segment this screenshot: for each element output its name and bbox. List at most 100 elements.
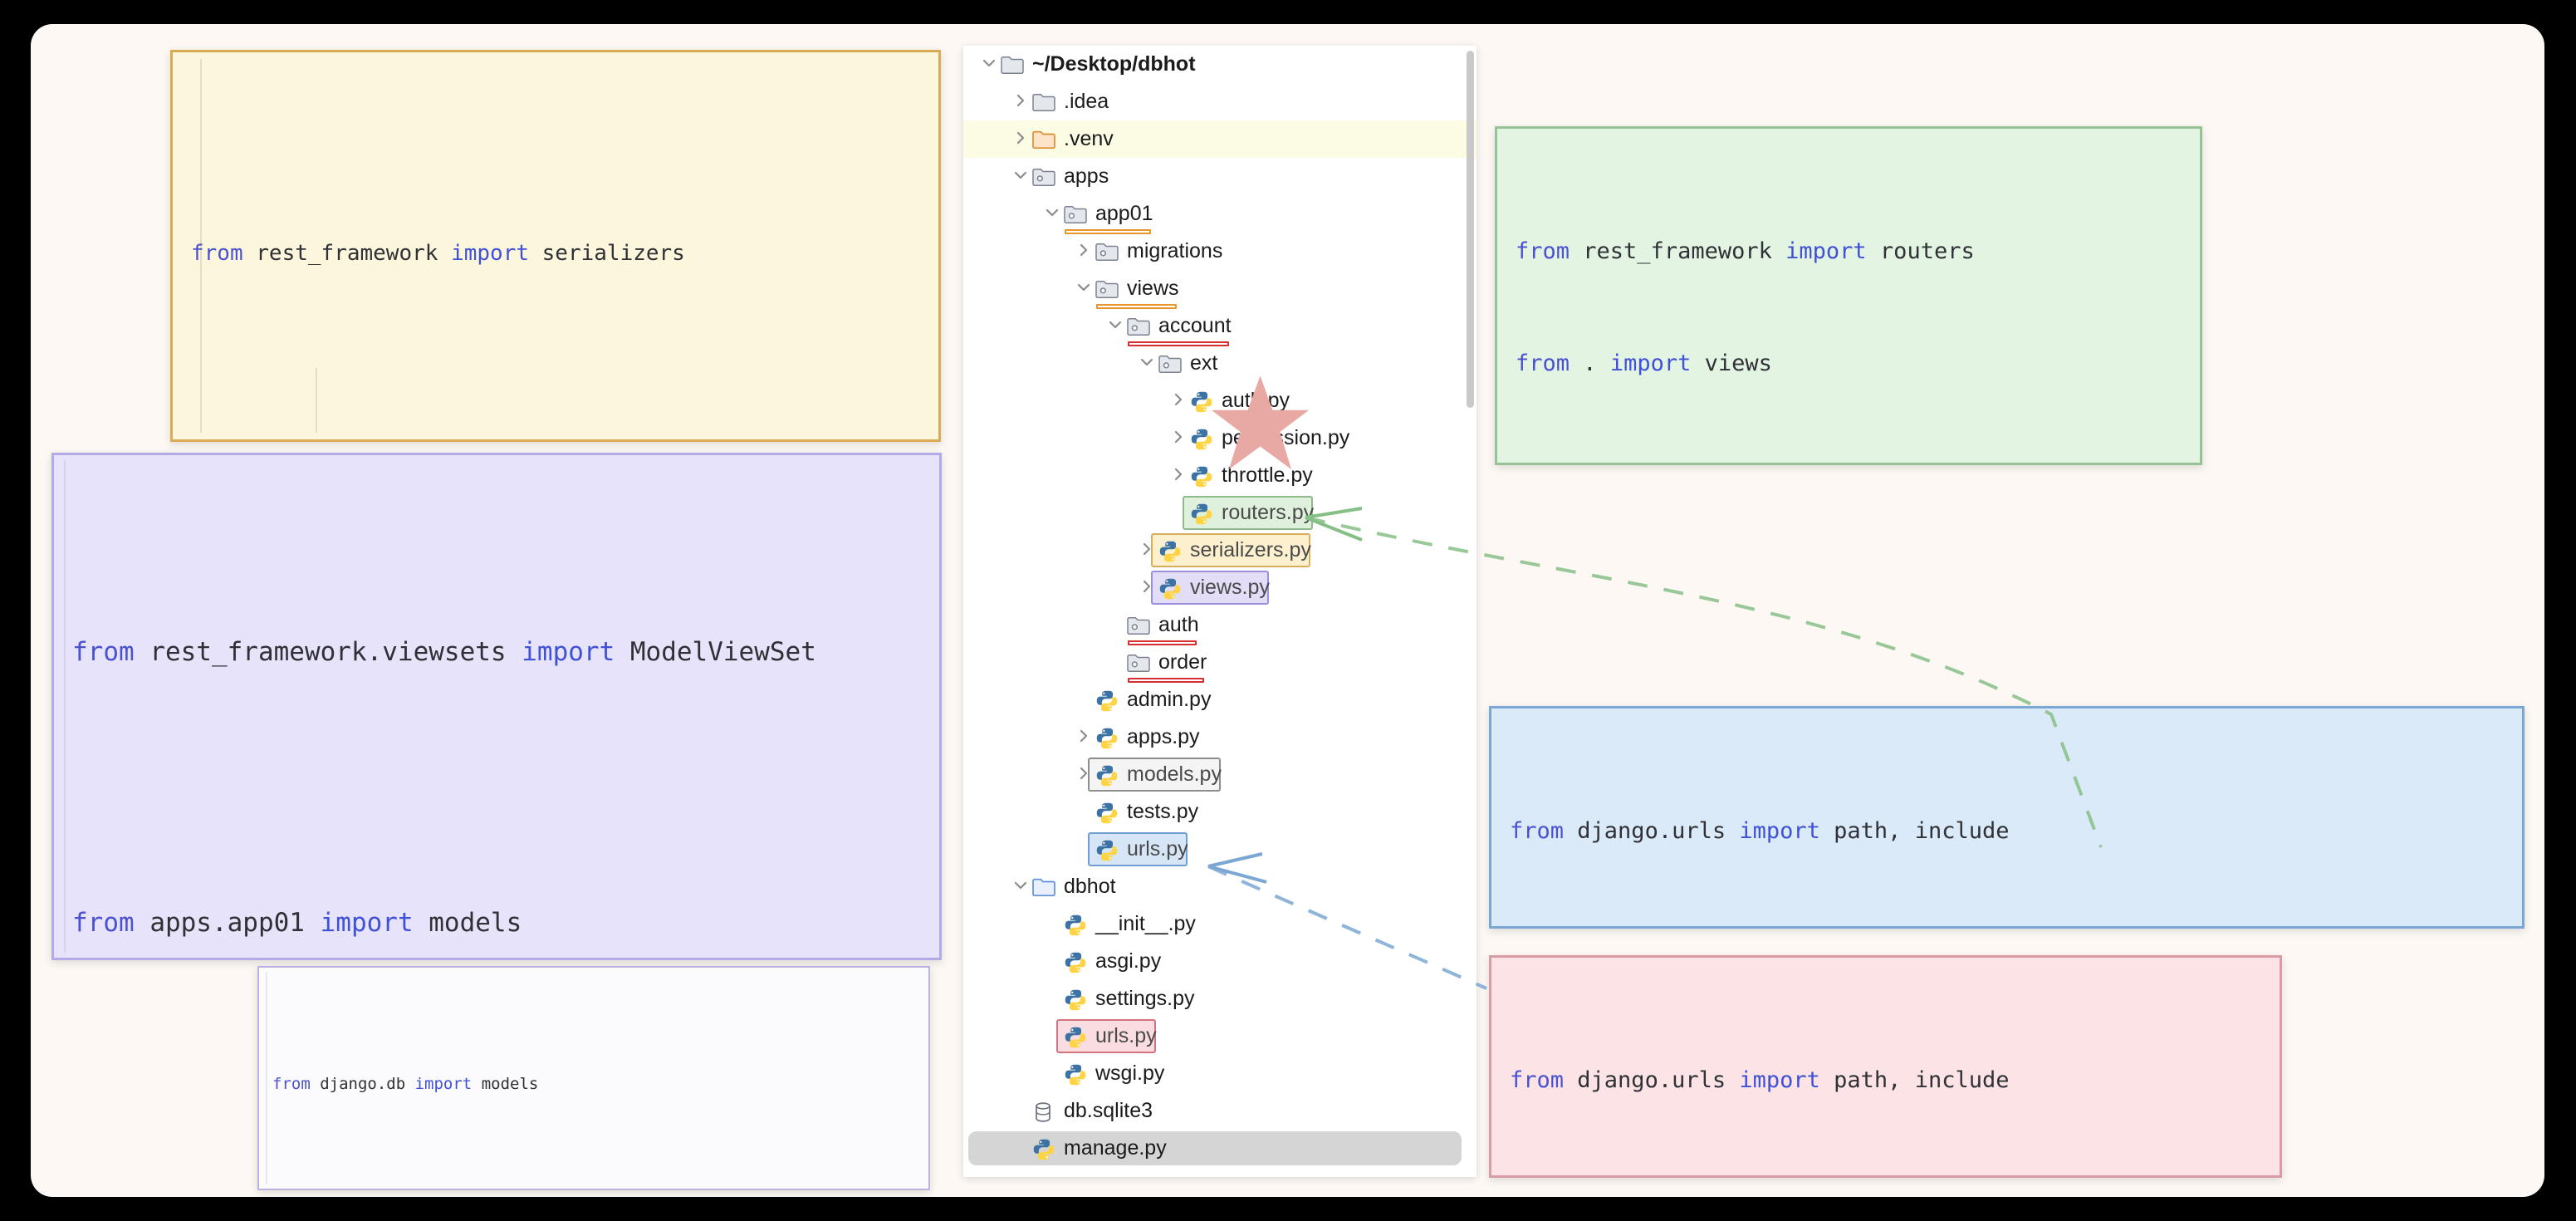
tree-item-views-py[interactable]: views.py (963, 569, 1477, 606)
tree-item-label: urls.py (1095, 1024, 1157, 1048)
chevron-right-icon[interactable] (1168, 390, 1189, 412)
tree-item-serializers-py[interactable]: serializers.py (963, 532, 1477, 569)
tree-item-auth[interactable]: auth (963, 606, 1477, 644)
tree-item-label: apps.py (1127, 725, 1200, 749)
chevron-down-icon[interactable] (1073, 278, 1095, 300)
python-file-icon (1095, 764, 1119, 786)
tree-item-label: models.py (1127, 763, 1222, 787)
tree-item-label: wsgi.py (1095, 1062, 1164, 1086)
tree-item-apps-py[interactable]: apps.py (963, 718, 1477, 756)
tree-item-manage-py[interactable]: manage.py (963, 1130, 1477, 1167)
tree-item-routers-py[interactable]: routers.py (963, 494, 1477, 532)
tree-item-db-sqlite3[interactable]: db.sqlite3 (963, 1092, 1477, 1130)
tree-item-label: auth.py (1222, 389, 1290, 413)
tree-item-label: account (1158, 314, 1232, 338)
chevron-down-icon[interactable] (1104, 316, 1126, 337)
python-file-icon (1158, 540, 1183, 561)
folder-module-icon (1095, 241, 1119, 262)
python-file-icon (1063, 914, 1088, 935)
chevron-down-icon[interactable] (1010, 166, 1031, 188)
editor-gutter-line (64, 460, 66, 953)
tree-item-label: .venv (1064, 127, 1114, 151)
tree-item-init-py[interactable]: __init__.py (963, 905, 1477, 943)
tree-item-dbhot[interactable]: dbhot (963, 868, 1477, 905)
chevron-right-icon[interactable] (1010, 91, 1031, 113)
tree-scrollbar[interactable] (1467, 51, 1474, 408)
tree-item-venv[interactable]: .venv (963, 120, 1477, 158)
editor-gutter-line (200, 59, 202, 433)
folder-module-icon (1031, 166, 1056, 188)
folder-module-icon (1126, 316, 1151, 337)
tree-item-admin-py[interactable]: admin.py (963, 681, 1477, 718)
tree-item-label: ext (1190, 351, 1217, 375)
code-card-serializers: from rest_framework import serializers f… (170, 50, 941, 442)
tree-item-permission-py[interactable]: permission.py (963, 419, 1477, 457)
tree-item-throttle-py[interactable]: throttle.py (963, 457, 1477, 494)
tree-item-label: tests.py (1127, 800, 1198, 824)
tree-item-apps[interactable]: apps (963, 158, 1477, 195)
tree-item-asgi-py[interactable]: asgi.py (963, 943, 1477, 980)
tree-item-order[interactable]: order (963, 644, 1477, 681)
tree-item-label: .idea (1064, 90, 1109, 114)
tree-item-settings-py[interactable]: settings.py (963, 980, 1477, 1018)
tree-item-label: serializers.py (1190, 538, 1311, 562)
tree-item-models-py[interactable]: models.py (963, 756, 1477, 793)
python-file-icon (1158, 577, 1183, 599)
tree-item-label: ~/Desktop/dbhot (1032, 52, 1196, 76)
tree-item-tests-py[interactable]: tests.py (963, 793, 1477, 831)
python-file-icon (1189, 428, 1214, 449)
chevron-down-icon[interactable] (1136, 353, 1158, 375)
tree-item-label: asgi.py (1095, 949, 1161, 973)
python-file-icon (1095, 839, 1119, 861)
tree-item-label: auth (1158, 613, 1199, 637)
tree-item-label: permission.py (1222, 426, 1349, 450)
tree-item-migrations[interactable]: migrations (963, 233, 1477, 270)
tree-item-label: views.py (1190, 576, 1270, 600)
editor-gutter-line (266, 972, 267, 1184)
tree-item-label: migrations (1127, 239, 1222, 263)
chevron-right-icon[interactable] (1168, 428, 1189, 449)
code-card-routers: from rest_framework import routers from … (1495, 126, 2202, 465)
tree-item-label: db.sqlite3 (1064, 1099, 1153, 1123)
folder-module-icon (1095, 278, 1119, 300)
tree-item-underline-annotation (1128, 640, 1197, 645)
chevron-right-icon[interactable] (1010, 129, 1031, 150)
tree-item-label: app01 (1095, 202, 1153, 226)
python-file-icon (1095, 727, 1119, 748)
project-file-tree[interactable]: ~/Desktop/dbhot .idea .venv apps app01 migrat… (963, 46, 1477, 1177)
chevron-right-icon[interactable] (1168, 465, 1189, 487)
tree-item-app01[interactable]: app01 (963, 195, 1477, 233)
tree-item-wsgi-py[interactable]: wsgi.py (963, 1055, 1477, 1092)
code-card-views: from rest_framework.viewsets import Mode… (51, 453, 942, 960)
tree-item-auth-py[interactable]: auth.py (963, 382, 1477, 419)
chevron-down-icon[interactable] (1041, 204, 1063, 225)
python-file-icon (1189, 390, 1214, 412)
tree-item-label: __init__.py (1095, 912, 1196, 936)
chevron-right-icon[interactable] (1073, 727, 1095, 748)
tree-item-views[interactable]: views (963, 270, 1477, 307)
python-file-icon (1063, 951, 1088, 973)
folder-orange-icon (1031, 129, 1056, 150)
tree-item-urls-py[interactable]: urls.py (963, 1018, 1477, 1055)
folder-blue-icon (1031, 876, 1056, 898)
chevron-down-icon[interactable] (978, 54, 1000, 76)
database-icon (1031, 1101, 1056, 1122)
tree-item-desktop-dbhot[interactable]: ~/Desktop/dbhot (963, 46, 1477, 83)
tree-item-idea[interactable]: .idea (963, 83, 1477, 120)
tree-item-label: views (1127, 277, 1179, 301)
tree-item-label: routers.py (1222, 501, 1314, 525)
tree-item-ext[interactable]: ext (963, 345, 1477, 382)
tree-item-label: dbhot (1064, 875, 1116, 899)
tree-item-account[interactable]: account (963, 307, 1477, 345)
tree-item-underline-annotation (1128, 341, 1229, 346)
tree-item-label: manage.py (1064, 1136, 1167, 1160)
folder-icon (1000, 54, 1025, 76)
chevron-down-icon[interactable] (1010, 876, 1031, 898)
python-file-icon (1095, 802, 1119, 823)
tree-item-underline-annotation (1096, 304, 1177, 309)
tree-item-label: throttle.py (1222, 463, 1313, 488)
screenshot-root: from rest_framework import serializers f… (0, 0, 2576, 1221)
tree-item-urls-py[interactable]: urls.py (963, 831, 1477, 868)
chevron-right-icon[interactable] (1073, 241, 1095, 262)
python-file-icon (1031, 1138, 1056, 1160)
